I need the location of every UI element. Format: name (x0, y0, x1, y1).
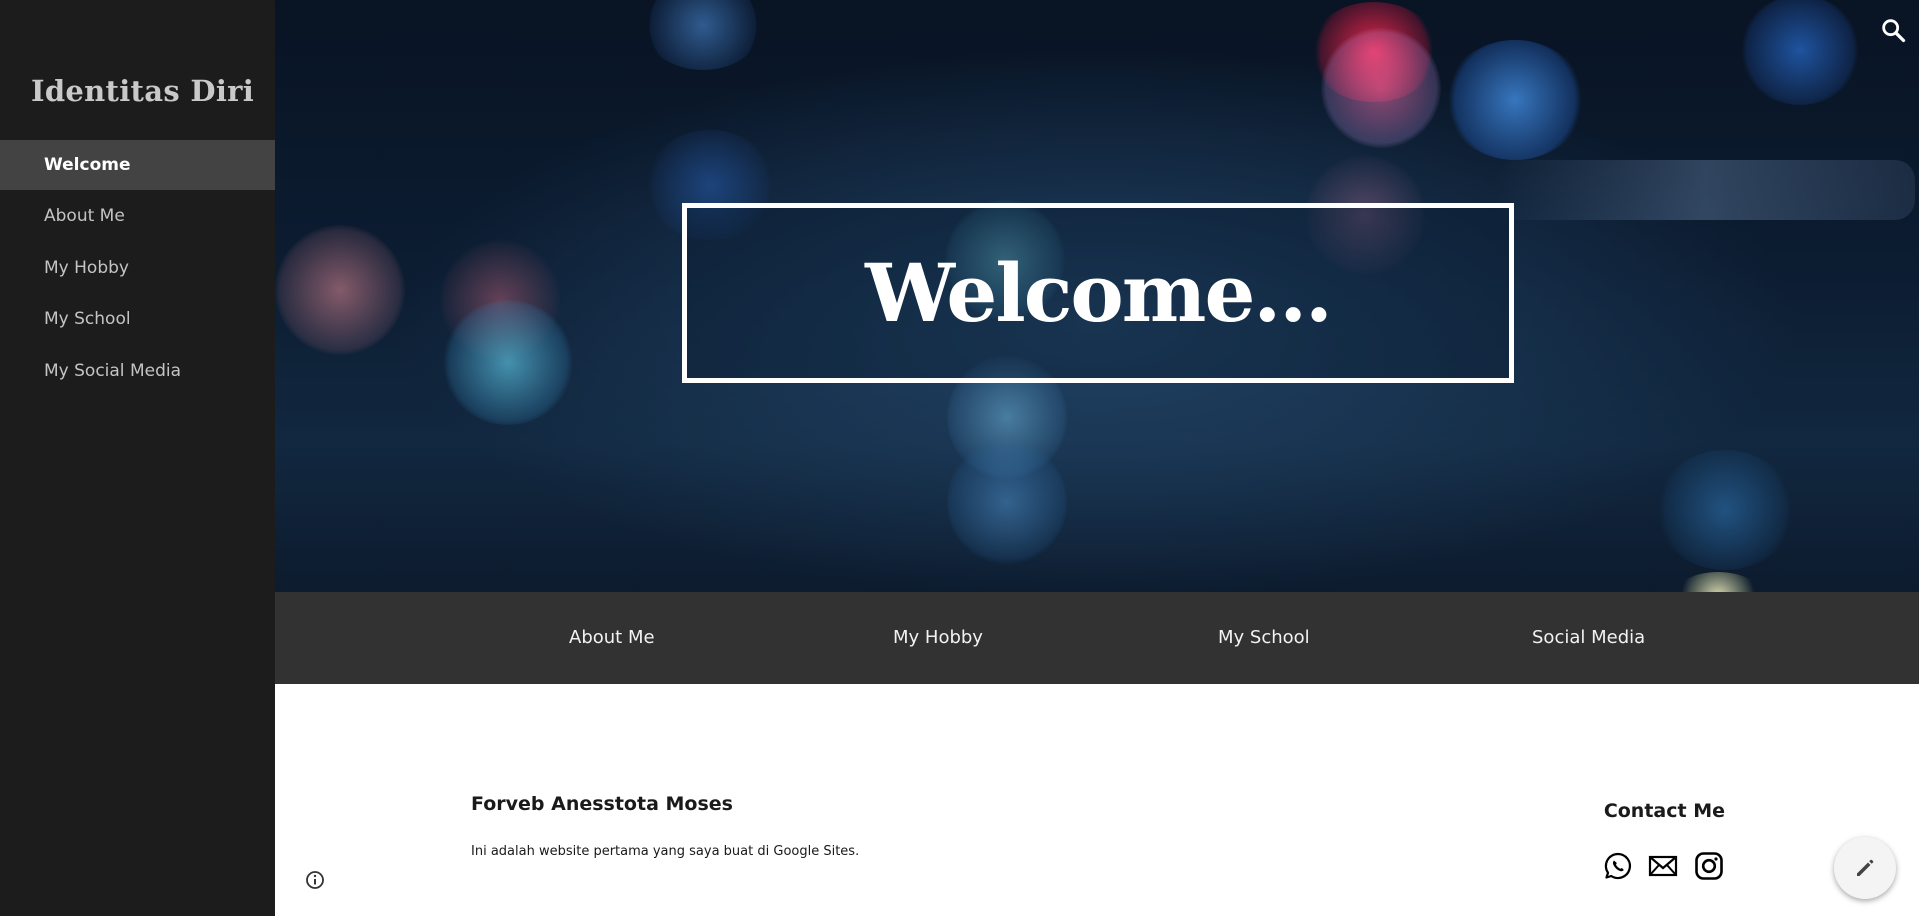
search-icon (1882, 19, 1906, 43)
pencil-icon (1857, 859, 1874, 876)
tab-about-me[interactable]: About Me (569, 592, 655, 684)
instagram-link[interactable] (1694, 851, 1724, 881)
bokeh-light (1445, 40, 1585, 160)
bokeh-light (1321, 28, 1441, 148)
bokeh-light (1655, 450, 1795, 570)
bokeh-light (947, 440, 1067, 565)
bokeh-light (1740, 0, 1860, 105)
site-description: Ini adalah website pertama yang saya bua… (471, 844, 860, 859)
bokeh-light (275, 225, 405, 355)
bokeh-light (1673, 572, 1763, 592)
sidebar-item-about-me[interactable]: About Me (0, 191, 275, 241)
bokeh-light (643, 0, 763, 70)
top-tab-bar: About Me My Hobby My School Social Media (275, 592, 1919, 684)
welcome-frame: Welcome... (682, 203, 1514, 383)
tab-my-school[interactable]: My School (1218, 592, 1310, 684)
edit-button[interactable] (1834, 837, 1896, 899)
sidebar-item-welcome[interactable]: Welcome (0, 140, 275, 190)
bokeh-light (443, 300, 573, 425)
search-button[interactable] (1879, 16, 1907, 44)
mail-icon (1648, 855, 1678, 877)
info-button[interactable] (305, 870, 325, 890)
contact-heading: Contact Me (1603, 800, 1725, 822)
instagram-icon (1695, 852, 1723, 880)
hero-banner: Welcome... (275, 0, 1919, 592)
email-link[interactable] (1648, 851, 1678, 881)
hero-heading: Welcome... (865, 246, 1333, 340)
site-title[interactable]: Identitas Diri (0, 74, 285, 108)
whatsapp-link[interactable] (1603, 851, 1633, 881)
owner-name: Forveb Anesstota Moses (471, 793, 733, 815)
sidebar: Identitas Diri Welcome About Me My Hobby… (0, 0, 275, 916)
bokeh-light (1495, 160, 1915, 220)
sidebar-item-my-social-media[interactable]: My Social Media (0, 346, 275, 396)
sidebar-item-my-hobby[interactable]: My Hobby (0, 243, 275, 293)
info-icon (306, 871, 324, 889)
tab-my-hobby[interactable]: My Hobby (893, 592, 983, 684)
whatsapp-icon (1604, 852, 1632, 880)
sidebar-item-my-school[interactable]: My School (0, 294, 275, 344)
tab-social-media[interactable]: Social Media (1532, 592, 1645, 684)
